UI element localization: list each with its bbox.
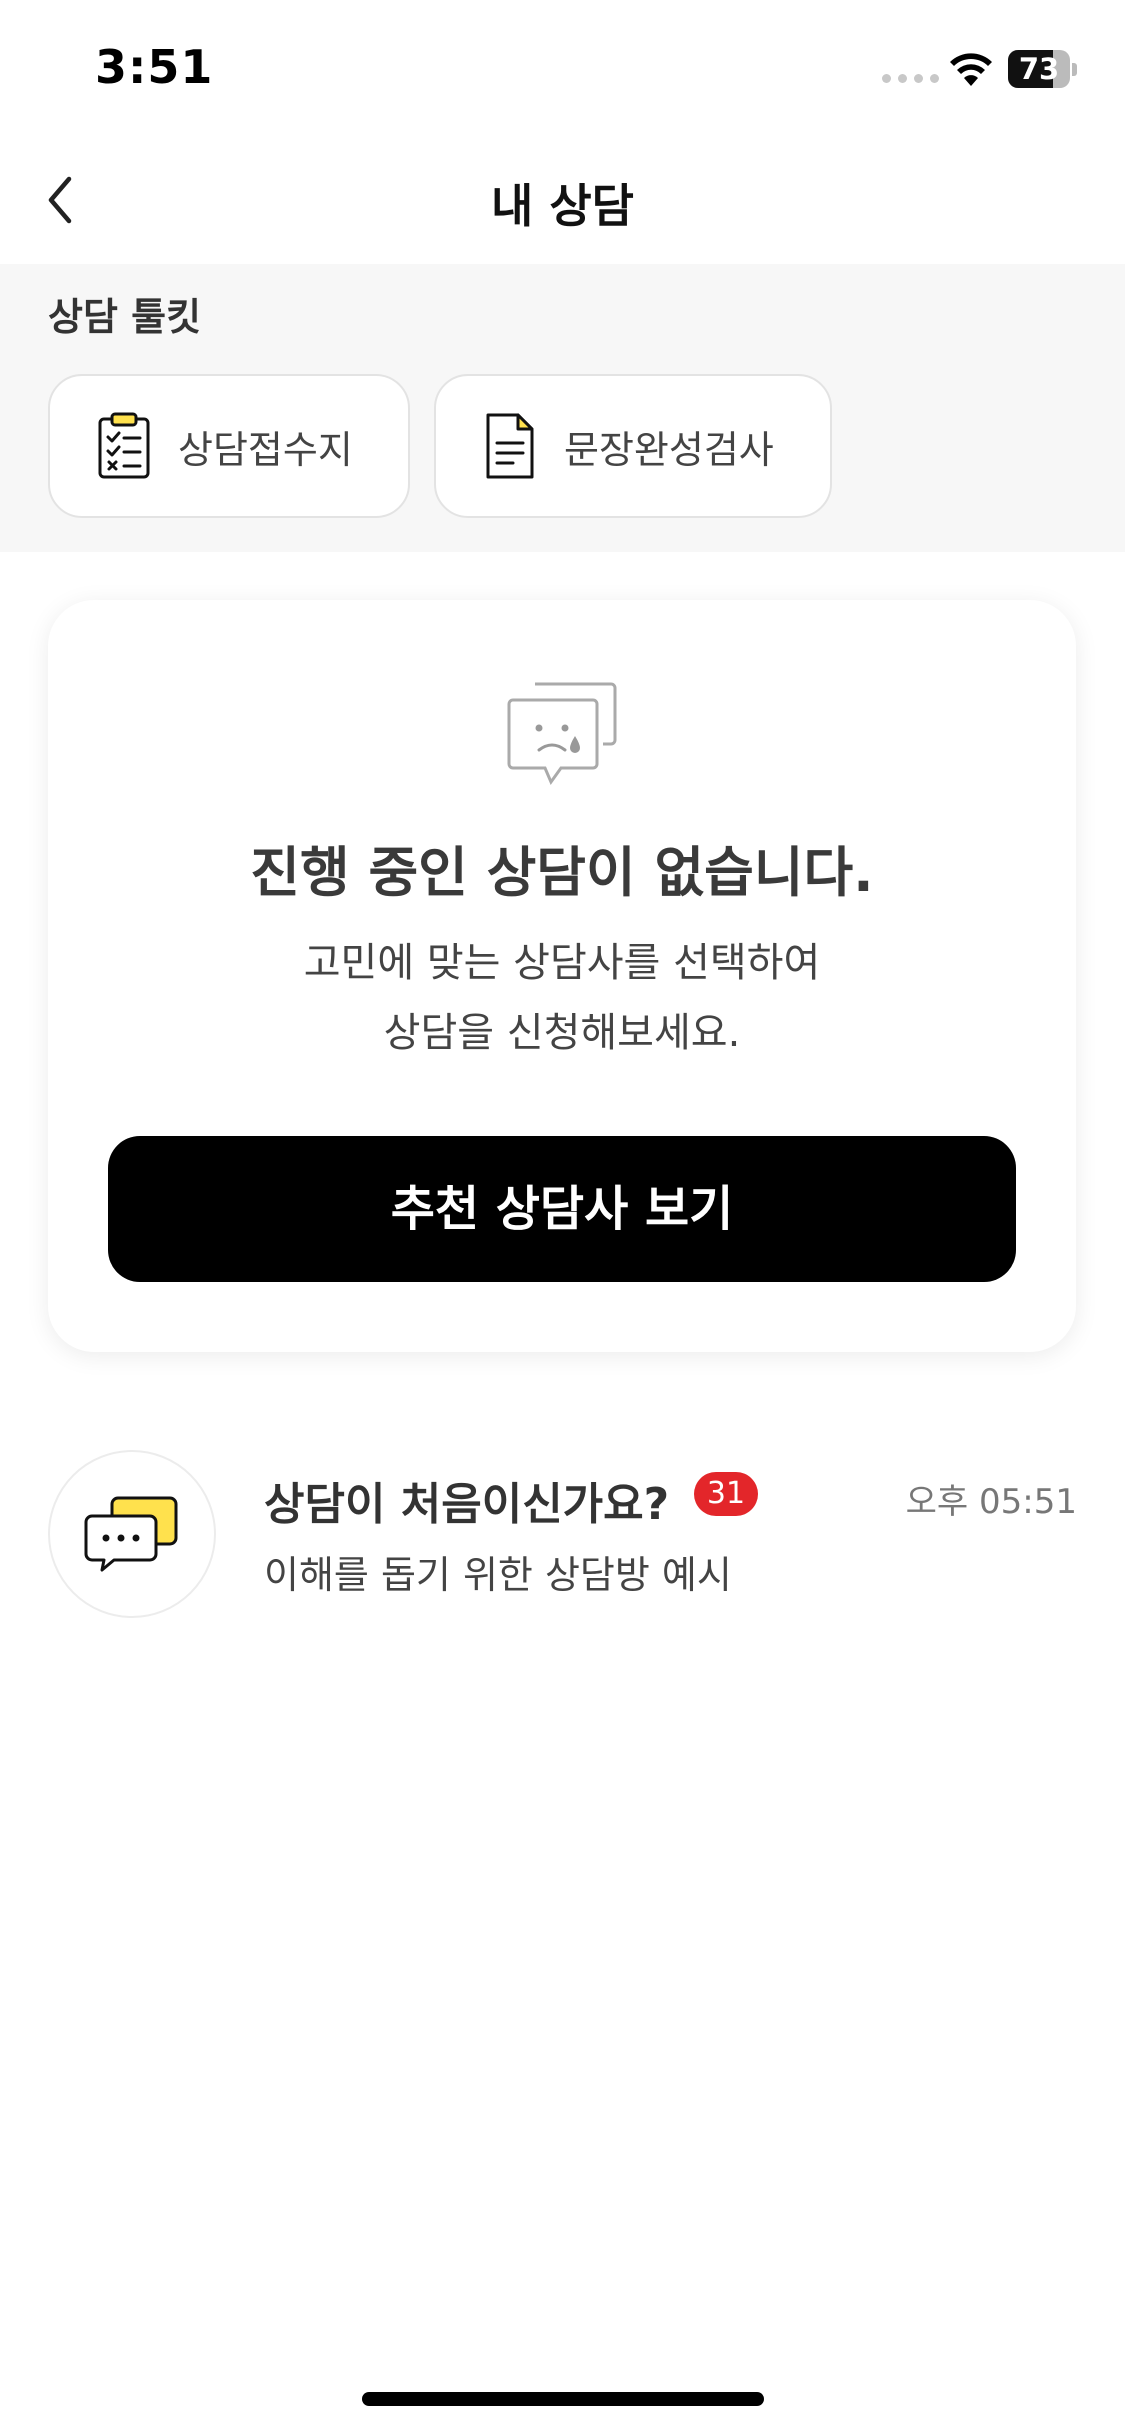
cellular-signal-icon (882, 74, 939, 83)
empty-state-title: 진행 중인 상담이 없습니다. (250, 841, 874, 904)
toolkit-intake-form-button[interactable]: 상담접수지 (48, 374, 410, 518)
unread-count-badge: 31 (694, 1472, 758, 1516)
toolkit-sentence-completion-button[interactable]: 문장완성검사 (434, 374, 832, 518)
empty-state-card: 진행 중인 상담이 없습니다. 고민에 맞는 상담사를 선택하여 상담을 신청해… (48, 600, 1076, 1352)
chat-timestamp: 오후 05:51 (905, 1482, 1077, 1522)
empty-state-subtitle: 상담을 신청해보세요. (383, 1010, 741, 1056)
battery-icon: 73 (1008, 50, 1077, 88)
page-title: 내 상담 (491, 179, 634, 233)
my-counseling-screen: 3:51 73 내 상담 상담 툴킷 상담접수지 문장완성검사 진행 중인 상담… (0, 0, 1125, 2436)
toolkit-item-label: 상담접수지 (178, 427, 353, 472)
toolkit-title: 상담 툴킷 (48, 295, 202, 339)
chat-bubbles-icon (84, 1496, 178, 1572)
chat-title: 상담이 처음이신가요? (264, 1479, 670, 1530)
home-indicator[interactable] (362, 2392, 764, 2406)
chat-list-item[interactable]: 상담이 처음이신가요? 31 오후 05:51 이해를 돕기 위한 상담방 예시 (0, 1440, 1125, 1630)
nav-header: 내 상담 (0, 140, 1125, 264)
status-bar: 3:51 73 (0, 0, 1125, 140)
document-icon (486, 413, 534, 479)
recommended-counselors-button[interactable]: 추천 상담사 보기 (108, 1136, 1016, 1282)
wifi-icon (950, 53, 992, 86)
battery-level: 73 (1018, 52, 1060, 86)
avatar (48, 1450, 216, 1618)
chat-preview: 이해를 돕기 위한 상담방 예시 (264, 1553, 732, 1597)
empty-state-subtitle: 고민에 맞는 상담사를 선택하여 (303, 940, 821, 986)
sad-chat-bubble-icon (507, 682, 617, 786)
toolkit-item-label: 문장완성검사 (564, 427, 774, 472)
status-time: 3:51 (95, 40, 214, 94)
clipboard-checklist-icon (98, 412, 150, 479)
counseling-toolkit: 상담 툴킷 상담접수지 문장완성검사 (0, 264, 1125, 552)
